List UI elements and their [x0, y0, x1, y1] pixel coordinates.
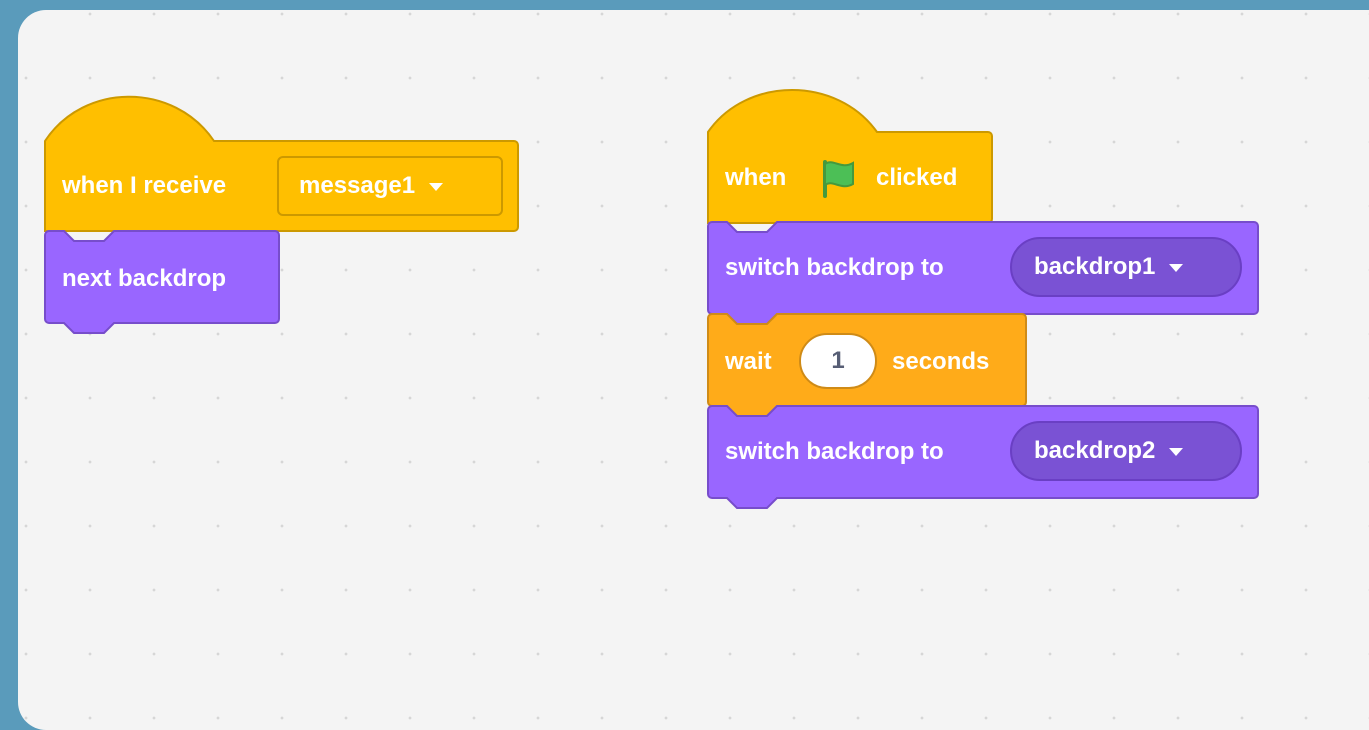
backdrop-dropdown-2[interactable]: backdrop2	[1010, 421, 1242, 481]
switch-backdrop-block-2[interactable]: switch backdrop to backdrop2	[707, 405, 1259, 515]
green-flag-icon	[823, 160, 854, 198]
block-label: switch backdrop to	[725, 438, 944, 465]
block-label: next backdrop	[62, 265, 227, 292]
message-dropdown-value: message1	[299, 172, 416, 199]
wait-label: wait	[725, 348, 772, 375]
chevron-down-icon	[429, 183, 444, 191]
seconds-input-value: 1	[831, 347, 845, 374]
backdrop-dropdown-value: backdrop2	[1034, 437, 1156, 464]
code-workspace[interactable]: when I receive message1 next backdrop wh…	[18, 10, 1369, 730]
seconds-input[interactable]: 1	[799, 333, 877, 389]
backdrop-dropdown-value: backdrop1	[1034, 253, 1156, 280]
hat-label-clicked: clicked	[876, 164, 958, 191]
when-i-receive-hat-block[interactable]: when I receive message1	[44, 95, 519, 232]
backdrop-dropdown-1[interactable]: backdrop1	[1010, 237, 1242, 297]
seconds-label: seconds	[892, 348, 990, 375]
block-label: switch backdrop to	[725, 254, 944, 281]
chevron-down-icon	[1169, 448, 1184, 456]
hat-label-when: when	[725, 164, 787, 191]
next-backdrop-block[interactable]: next backdrop	[44, 230, 280, 340]
message-dropdown[interactable]: message1	[277, 156, 503, 216]
switch-backdrop-block-1[interactable]: switch backdrop to backdrop1	[707, 221, 1259, 325]
hat-label: when I receive	[62, 172, 227, 199]
when-flag-clicked-hat-block[interactable]: when clicked	[707, 89, 993, 224]
wait-seconds-block[interactable]: wait 1 seconds	[707, 313, 1027, 417]
chevron-down-icon	[1169, 264, 1184, 272]
